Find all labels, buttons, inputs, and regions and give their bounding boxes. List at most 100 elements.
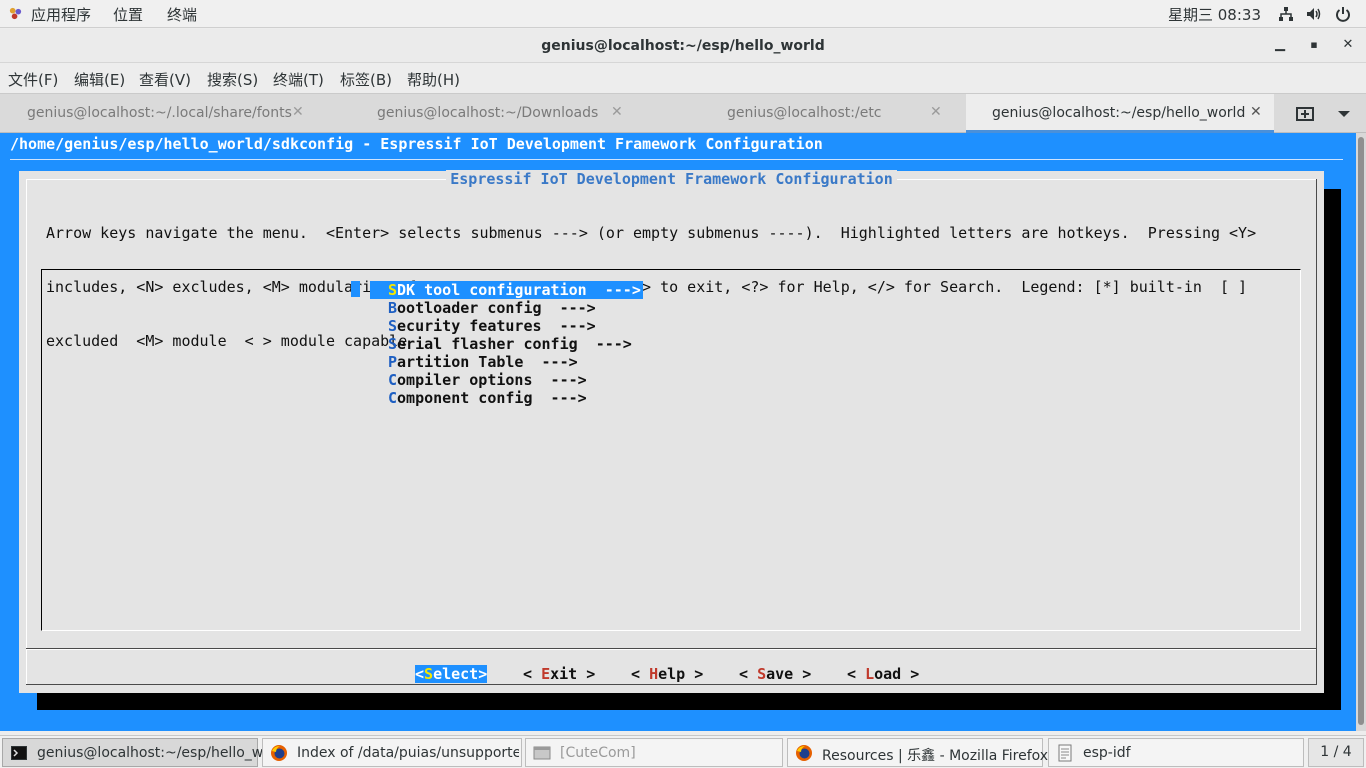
menu-item-sdk-tool-configuration[interactable]: SDK tool configuration ---> — [370, 281, 643, 299]
config-path-line: /home/genius/esp/hello_world/sdkconfig -… — [10, 135, 823, 153]
window-list-item-esp-idf[interactable]: esp-idf — [1048, 738, 1304, 767]
bracket: > — [577, 665, 596, 683]
top-panel: 应用程序 位置 终端 星期三 08:33 — [0, 0, 1366, 28]
maximize-button[interactable]: ▪ — [1305, 38, 1323, 56]
tab-downloads[interactable]: genius@localhost:~/Downloads ✕ — [324, 94, 644, 133]
window-title: genius@localhost:~/esp/hello_world — [541, 38, 825, 54]
scrollbar-thumb[interactable] — [1358, 137, 1364, 725]
menu-item-security-features[interactable]: Security features ---> — [388, 317, 596, 335]
menu-tabs[interactable]: 标签(B) — [340, 69, 392, 90]
workspace-indicator[interactable]: 1 / 4 — [1308, 738, 1364, 767]
volume-icon[interactable] — [1305, 5, 1323, 23]
tab-label: genius@localhost:~/Downloads — [377, 105, 599, 121]
hotkey-letter: P — [388, 353, 398, 371]
hotkey-letter: S — [388, 317, 398, 335]
menu-item-partition-table[interactable]: Partition Table ---> — [388, 353, 578, 371]
help-line: Arrow keys navigate the menu. <Enter> se… — [46, 224, 1257, 242]
hotkey-letter: S — [757, 665, 767, 683]
load-button[interactable]: < Load > — [847, 665, 919, 683]
applications-menu[interactable]: 应用程序 — [31, 4, 91, 25]
menu-item-label: artition Table ---> — [397, 353, 578, 371]
close-icon[interactable]: ✕ — [1250, 104, 1262, 120]
terminal-scrollbar[interactable] — [1356, 133, 1366, 731]
hotkey-letter: B — [388, 299, 398, 317]
menu-file[interactable]: 文件(F) — [8, 69, 58, 90]
menu-terminal[interactable]: 终端(T) — [273, 69, 324, 90]
window-list-item-firefox-resources[interactable]: Resources | 乐鑫 - Mozilla Firefox — [787, 738, 1048, 767]
menu-item-bootloader-config[interactable]: Bootloader config ---> — [388, 299, 596, 317]
hotkey-letter: C — [388, 389, 398, 407]
close-button[interactable]: ✕ — [1339, 37, 1357, 55]
close-icon[interactable]: ✕ — [930, 104, 942, 120]
bracket: < — [523, 665, 542, 683]
exit-button[interactable]: < Exit > — [523, 665, 595, 683]
menu-item-serial-flasher-config[interactable]: Serial flasher config ---> — [388, 335, 632, 353]
divider — [26, 649, 1316, 650]
hotkey-letter: H — [649, 665, 659, 683]
window-list-item-firefox-index[interactable]: Index of /data/puias/unsupported/6… — [262, 738, 522, 767]
menu-item-compiler-options[interactable]: Compiler options ---> — [388, 371, 587, 389]
menubar: 文件(F) 编辑(E) 查看(V) 搜索(S) 终端(T) 标签(B) 帮助(H… — [0, 63, 1366, 93]
screen: 应用程序 位置 终端 星期三 08:33 genius@localhost:~/… — [0, 0, 1366, 768]
window-list-label: Index of /data/puias/unsupported/6… — [297, 745, 519, 761]
hotkey-letter: S — [388, 281, 398, 299]
hotkey-letter: S — [424, 665, 434, 683]
menu-edit[interactable]: 编辑(E) — [74, 69, 125, 90]
window-list-item-cutecom[interactable]: [CuteCom] — [525, 738, 783, 767]
save-button[interactable]: < Save > — [739, 665, 811, 683]
window-titlebar[interactable]: genius@localhost:~/esp/hello_world ▁ ▪ ✕ — [0, 29, 1366, 63]
terminal-icon — [11, 746, 27, 760]
new-tab-icon[interactable] — [1296, 105, 1314, 121]
document-icon — [1058, 744, 1072, 762]
minimize-button[interactable]: ▁ — [1271, 37, 1289, 55]
menu-item-label: omponent config ---> — [397, 389, 587, 407]
menu-help[interactable]: 帮助(H) — [407, 69, 460, 90]
places-menu[interactable]: 位置 — [113, 4, 143, 25]
window-list: genius@localhost:~/esp/hello_world Index… — [0, 735, 1366, 768]
tab-hello-world[interactable]: genius@localhost:~/esp/hello_world ✕ — [966, 94, 1274, 133]
network-icon[interactable] — [1277, 5, 1295, 23]
select-button[interactable]: <Select> — [415, 665, 488, 683]
firefox-icon — [796, 745, 812, 761]
hotkey-letter: C — [388, 371, 398, 389]
tab-etc[interactable]: genius@localhost:/etc ✕ — [644, 94, 966, 133]
terminal-view[interactable]: /home/genius/esp/hello_world/sdkconfig -… — [0, 133, 1356, 731]
menu-item-label: erial flasher config ---> — [397, 335, 632, 353]
clock[interactable]: 星期三 08:33 — [1168, 4, 1261, 25]
app-window-icon — [533, 746, 551, 760]
menu-item-label: ecurity features ---> — [397, 317, 596, 335]
help-button[interactable]: < Help > — [631, 665, 703, 683]
button-label: elp — [658, 665, 686, 683]
tab-label: genius@localhost:~/.local/share/fonts — [27, 105, 292, 121]
menu-search[interactable]: 搜索(S) — [207, 69, 258, 90]
bracket: > — [685, 665, 704, 683]
close-icon[interactable]: ✕ — [292, 104, 304, 120]
close-icon[interactable]: ✕ — [611, 104, 623, 120]
chevron-down-icon[interactable] — [1338, 111, 1350, 117]
divider — [26, 179, 27, 684]
window-list-item-terminal[interactable]: genius@localhost:~/esp/hello_world — [2, 738, 290, 767]
hotkey-letter: S — [388, 335, 398, 353]
tab-fonts[interactable]: genius@localhost:~/.local/share/fonts ✕ — [0, 94, 324, 133]
menu-view[interactable]: 查看(V) — [139, 69, 191, 90]
menu-box — [41, 269, 1301, 631]
menu-item-label: DK tool configuration ---> — [397, 281, 641, 299]
menuconfig-dialog: Espressif IoT Development Framework Conf… — [19, 170, 1324, 693]
dialog-title: Espressif IoT Development Framework Conf… — [19, 170, 1324, 188]
terminal-app-menu[interactable]: 终端 — [167, 4, 197, 25]
bracket: > — [901, 665, 920, 683]
power-icon[interactable] — [1334, 5, 1352, 23]
bracket: < — [631, 665, 650, 683]
button-label: ave — [766, 665, 794, 683]
window-list-label: esp-idf — [1083, 745, 1131, 761]
divider — [26, 684, 1317, 685]
divider — [1316, 179, 1317, 684]
menu-item-component-config[interactable]: Component config ---> — [388, 389, 587, 407]
menu-item-label: ompiler options ---> — [397, 371, 587, 389]
hotkey-letter: E — [541, 665, 551, 683]
applications-icon[interactable] — [8, 6, 23, 21]
button-label: oad — [874, 665, 902, 683]
bracket: < — [415, 665, 425, 683]
hotkey-letter: L — [865, 665, 875, 683]
firefox-icon — [271, 745, 287, 761]
